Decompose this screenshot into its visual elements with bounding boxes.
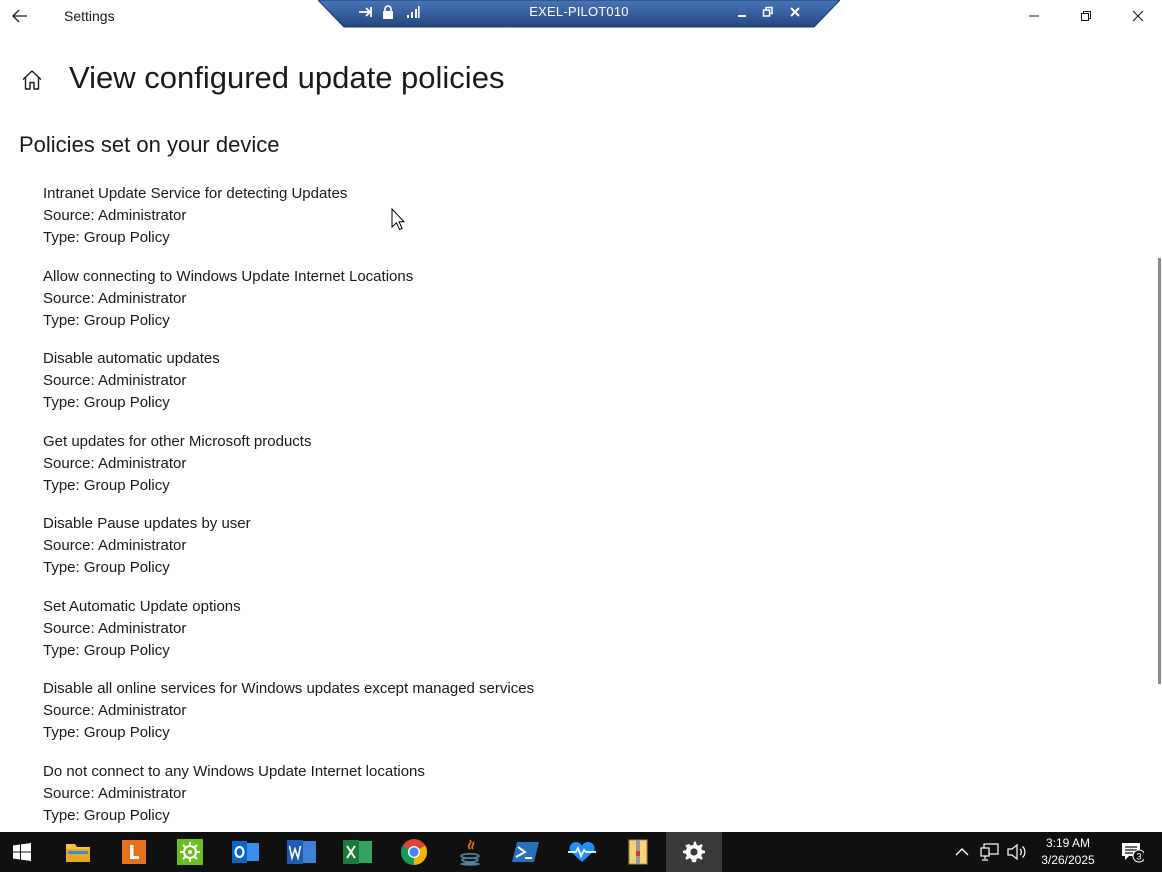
- notification-icon: 3: [1122, 843, 1144, 863]
- taskbar-settings[interactable]: [666, 832, 722, 872]
- taskbar-l-app[interactable]: [106, 832, 162, 872]
- network-status[interactable]: [978, 832, 1002, 872]
- policy-type: Type: Group Policy: [43, 311, 170, 329]
- mouse-cursor-icon: [391, 207, 406, 232]
- policy-source: Source: Administrator: [43, 454, 187, 472]
- taskbar-powershell[interactable]: [498, 832, 554, 872]
- gear-icon: [683, 841, 705, 863]
- taskbar-chrome[interactable]: [386, 832, 442, 872]
- volume-control[interactable]: [1005, 832, 1029, 872]
- policy-source: Source: Administrator: [43, 537, 187, 554]
- folder-icon: [66, 844, 90, 862]
- windows-logo-icon: [13, 843, 31, 861]
- policy-type: Type: Group Policy: [43, 559, 170, 576]
- policy-item: Set Automatic Update options Source: Adm…: [43, 596, 534, 679]
- taskbar-green-app[interactable]: [162, 832, 218, 872]
- close-icon: [1132, 10, 1144, 22]
- taskbar: 3:19 AM 3/26/2025 3: [0, 832, 1162, 872]
- taskbar-outlook[interactable]: [218, 832, 274, 872]
- page-title: View configured update policies: [69, 60, 505, 95]
- l-app-icon: [122, 840, 146, 864]
- policy-source: Source: Administrator: [43, 207, 187, 224]
- speaker-icon: [1007, 843, 1026, 861]
- policy-source: Source: Administrator: [43, 784, 187, 802]
- policy-source: Source: Administrator: [43, 372, 187, 389]
- policy-name: Set Automatic Update options: [43, 597, 241, 615]
- policy-item: Disable all online services for Windows …: [43, 678, 534, 761]
- remote-connection-bar[interactable]: EXEL-PILOT010: [318, 0, 840, 28]
- taskbar-excel[interactable]: [330, 832, 386, 872]
- action-center-button[interactable]: 3: [1112, 832, 1152, 872]
- section-title: Policies set on your device: [19, 132, 280, 157]
- powershell-icon: [512, 842, 539, 862]
- policy-type: Type: Group Policy: [43, 476, 170, 494]
- taskbar-archive[interactable]: [610, 832, 666, 872]
- home-icon[interactable]: [20, 68, 44, 92]
- policy-name: Disable automatic updates: [43, 350, 220, 367]
- rdp-restore-button[interactable]: [759, 3, 777, 21]
- network-icon: [980, 843, 999, 861]
- policy-name: Disable Pause updates by user: [43, 515, 251, 532]
- minimize-button[interactable]: [1008, 0, 1060, 32]
- java-icon: [460, 839, 480, 866]
- taskbar-java[interactable]: [442, 832, 498, 872]
- policy-type: Type: Group Policy: [43, 641, 170, 659]
- word-icon: [287, 840, 316, 864]
- rdp-minimize-button[interactable]: [733, 3, 751, 21]
- policy-item: Allow connecting to Windows Update Inter…: [43, 266, 534, 349]
- policy-name: Intranet Update Service for detecting Up…: [43, 185, 348, 202]
- policy-source: Source: Administrator: [43, 289, 187, 307]
- policy-name: Disable all online services for Windows …: [43, 680, 535, 697]
- rdp-close-button[interactable]: [786, 3, 804, 21]
- restore-icon: [1081, 11, 1091, 21]
- outlook-icon: [232, 841, 259, 863]
- restore-button[interactable]: [1060, 0, 1112, 32]
- policy-type: Type: Group Policy: [43, 229, 170, 246]
- policy-type: Type: Group Policy: [43, 806, 170, 824]
- clock-date: 3/26/2025: [1041, 853, 1095, 867]
- policy-item: Disable automatic updates Source: Admini…: [43, 348, 534, 431]
- policy-item: Get updates for other Microsoft products…: [43, 431, 534, 514]
- minimize-icon: [1029, 15, 1039, 17]
- show-hidden-icons-button[interactable]: [950, 832, 974, 872]
- archive-icon: [628, 839, 648, 865]
- taskbar-file-explorer[interactable]: [50, 832, 106, 872]
- taskbar-word[interactable]: [274, 832, 330, 872]
- policy-type: Type: Group Policy: [43, 394, 170, 411]
- policy-type: Type: Group Policy: [43, 724, 170, 741]
- policy-list: Intranet Update Service for detecting Up…: [43, 183, 534, 843]
- notification-count: 3: [1136, 852, 1141, 862]
- taskbar-health-monitor[interactable]: [554, 832, 610, 872]
- policy-item: Disable Pause updates by user Source: Ad…: [43, 513, 534, 596]
- arrow-left-icon: [12, 9, 27, 23]
- app-title: Settings: [64, 8, 115, 24]
- chrome-icon: [400, 839, 428, 866]
- policy-item: Do not connect to any Windows Update Int…: [43, 761, 534, 844]
- policy-source: Source: Administrator: [43, 702, 187, 719]
- green-gear-app-icon: [177, 839, 203, 865]
- vertical-scrollbar[interactable]: [1158, 258, 1161, 684]
- policy-name: Get updates for other Microsoft products: [43, 432, 312, 450]
- start-button[interactable]: [0, 832, 44, 872]
- excel-icon: [343, 840, 372, 864]
- chevron-up-icon: [955, 848, 969, 856]
- close-button[interactable]: [1112, 0, 1162, 32]
- policy-source: Source: Administrator: [43, 619, 187, 637]
- policy-name: Do not connect to any Windows Update Int…: [43, 762, 425, 780]
- system-clock[interactable]: 3:19 AM 3/26/2025: [1032, 835, 1104, 869]
- policy-name: Allow connecting to Windows Update Inter…: [43, 267, 414, 285]
- clock-time: 3:19 AM: [1045, 836, 1091, 850]
- policy-item: Intranet Update Service for detecting Up…: [43, 183, 534, 266]
- back-button[interactable]: [6, 2, 34, 30]
- heartbeat-icon: [568, 842, 596, 862]
